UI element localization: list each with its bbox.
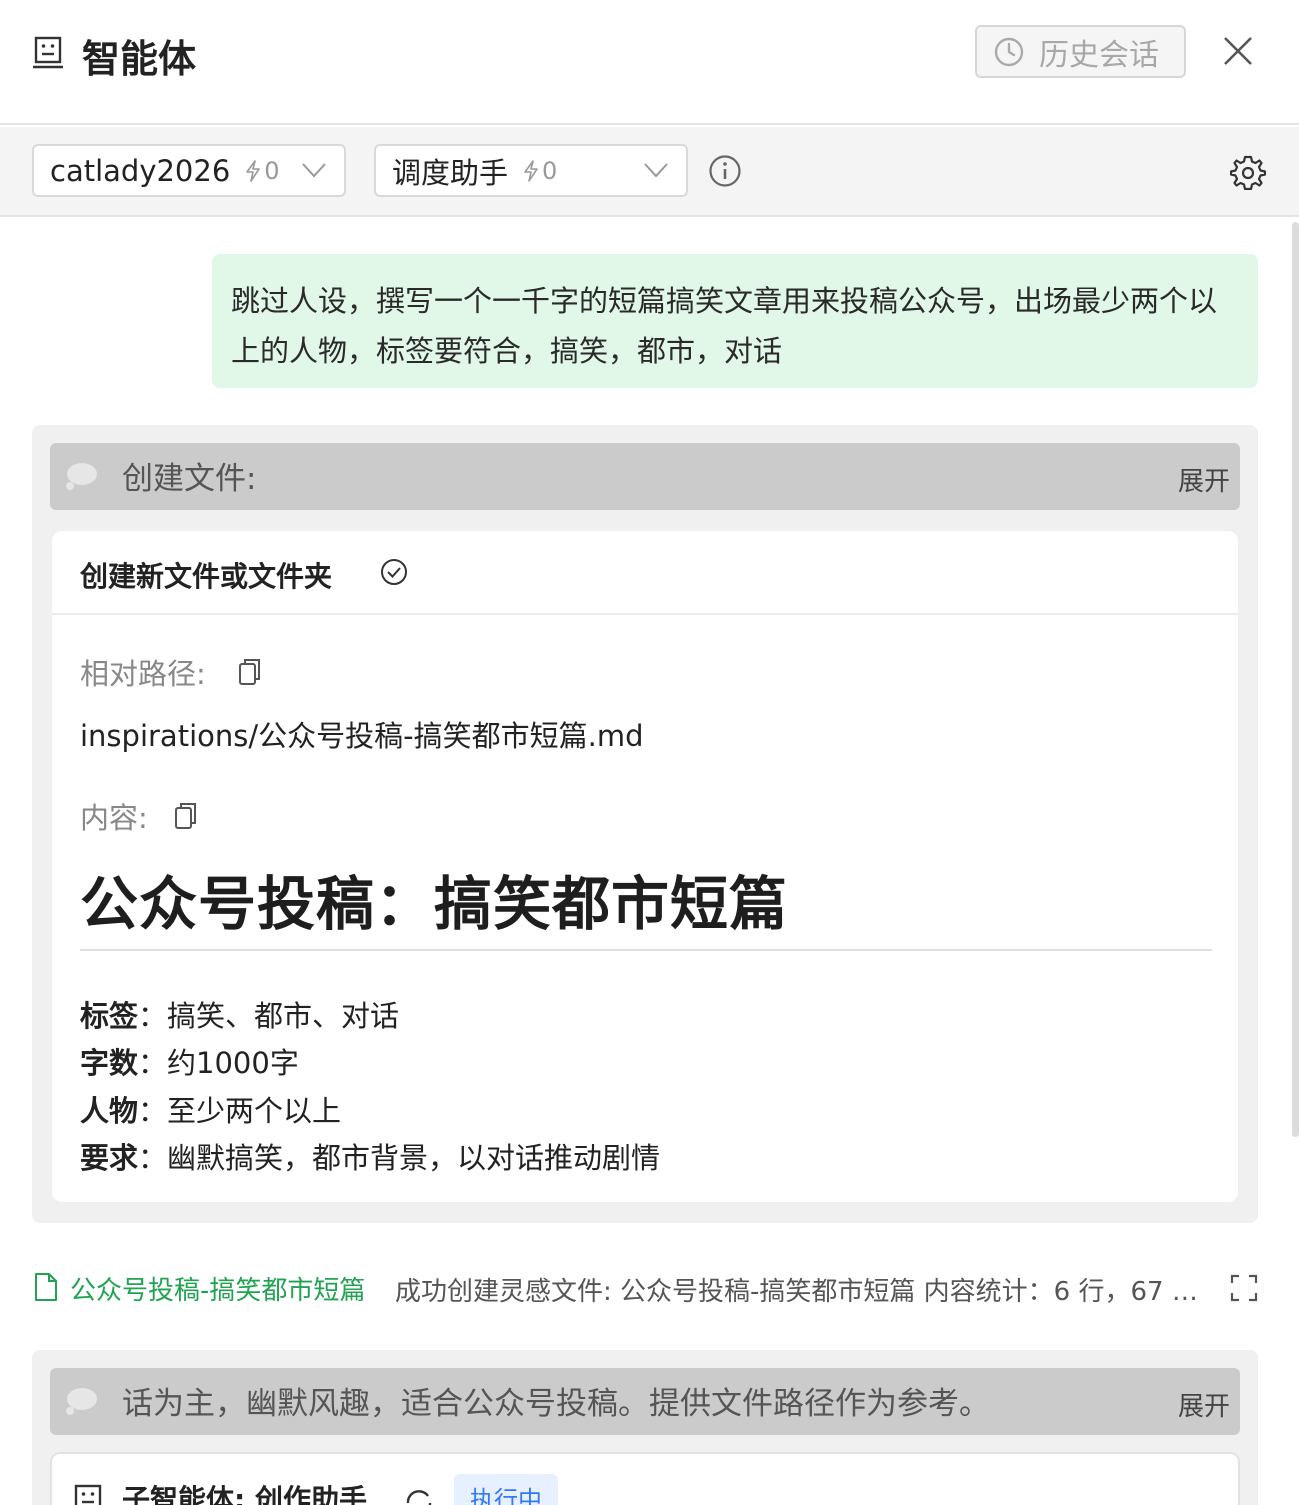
- scrollbar[interactable]: [1292, 222, 1299, 1137]
- tool-call-title: 话为主，幽默风趣，适合公众号投稿。提供文件路径作为参考。: [122, 1386, 990, 1422]
- copy-icon[interactable]: [238, 657, 262, 687]
- bolt-icon: [524, 159, 538, 182]
- history-icon: [994, 37, 1024, 66]
- panel-header: 智能体 历史会话: [0, 0, 1299, 125]
- copy-icon[interactable]: [174, 801, 198, 831]
- fullscreen-icon[interactable]: [1230, 1274, 1258, 1302]
- doc-line-wordcount: 字数：约1000字: [80, 1046, 299, 1080]
- status-badge: 执行中: [454, 1474, 558, 1505]
- doc-line-tags: 标签：搞笑、都市、对话: [80, 999, 400, 1033]
- divider: [80, 949, 1212, 951]
- path-label: 相对路径:: [80, 657, 206, 691]
- mode-token-count: 0: [522, 157, 557, 185]
- result-message: 成功创建灵感文件: 公众号投稿-搞笑都市短篇 内容统计：6 行，67 字符: [395, 1277, 1215, 1307]
- agent-select-value: catlady2026: [50, 153, 231, 188]
- doc-line-requirements: 要求：幽默搞笑，都市背景，以对话推动剧情: [80, 1141, 661, 1175]
- file-link[interactable]: 公众号投稿-搞笑都市短篇: [70, 1270, 365, 1307]
- chevron-down-icon: [644, 163, 668, 178]
- content-label: 内容:: [80, 801, 148, 835]
- agent-icon: [33, 36, 63, 69]
- user-message-bubble: 跳过人设，撰写一个一千字的短篇搞笑文章用来投稿公众号，出场最少两个以上的人物，标…: [212, 254, 1258, 388]
- doc-line-characters: 人物：至少两个以上: [80, 1094, 342, 1128]
- bolt-icon: [246, 159, 261, 182]
- close-icon[interactable]: [1221, 34, 1255, 68]
- document-heading: 公众号投稿：搞笑都市短篇: [80, 870, 789, 938]
- sub-agent-card: 子智能体: 创作助手 执行中: [50, 1452, 1240, 1505]
- mode-select[interactable]: 调度助手 0: [374, 144, 688, 197]
- expand-button[interactable]: 展开: [1178, 1386, 1230, 1423]
- tool-call-card: 创建文件: 展开 创建新文件或文件夹 相对路径: inspirations/公众…: [32, 425, 1258, 1223]
- info-icon[interactable]: [708, 154, 742, 188]
- tool-result-row: 公众号投稿-搞笑都市短篇 成功创建灵感文件: 公众号投稿-搞笑都市短篇 内容统计…: [34, 1268, 1262, 1308]
- page-title: 智能体: [82, 37, 197, 81]
- expand-button[interactable]: 展开: [1178, 461, 1230, 498]
- sub-agent-title: 子智能体: 创作助手: [122, 1483, 367, 1505]
- file-create-title: 创建新文件或文件夹: [80, 560, 333, 593]
- mode-select-value: 调度助手: [392, 155, 509, 190]
- check-circle-icon: [381, 559, 407, 585]
- file-create-title-row: 创建新文件或文件夹: [52, 531, 1238, 615]
- file-create-card: 创建新文件或文件夹 相对路径: inspirations/公众号投稿-搞笑都市短…: [52, 531, 1238, 1202]
- toolbar: catlady2026 0 调度助手 0: [0, 127, 1299, 217]
- tool-call-title: 创建文件:: [122, 461, 257, 497]
- history-label: 历史会话: [1039, 37, 1159, 73]
- chevron-down-icon: [302, 163, 326, 178]
- chat-bubble-icon: [66, 1388, 97, 1415]
- user-message-text: 跳过人设，撰写一个一千字的短篇搞笑文章用来投稿公众号，出场最少两个以上的人物，标…: [231, 284, 1218, 368]
- tool-call-header[interactable]: 话为主，幽默风趣，适合公众号投稿。提供文件路径作为参考。 展开: [50, 1368, 1240, 1435]
- agent-token-count: 0: [244, 157, 280, 185]
- file-icon: [35, 1273, 57, 1301]
- tool-call-header[interactable]: 创建文件: 展开: [50, 443, 1240, 510]
- path-value: inspirations/公众号投稿-搞笑都市短篇.md: [80, 719, 644, 753]
- agent-select[interactable]: catlady2026 0: [32, 144, 346, 197]
- chat-bubble-icon: [66, 463, 97, 490]
- history-button[interactable]: 历史会话: [975, 25, 1186, 78]
- refresh-icon: [406, 1490, 432, 1505]
- gear-icon[interactable]: [1230, 154, 1266, 190]
- agent-icon: [74, 1484, 102, 1505]
